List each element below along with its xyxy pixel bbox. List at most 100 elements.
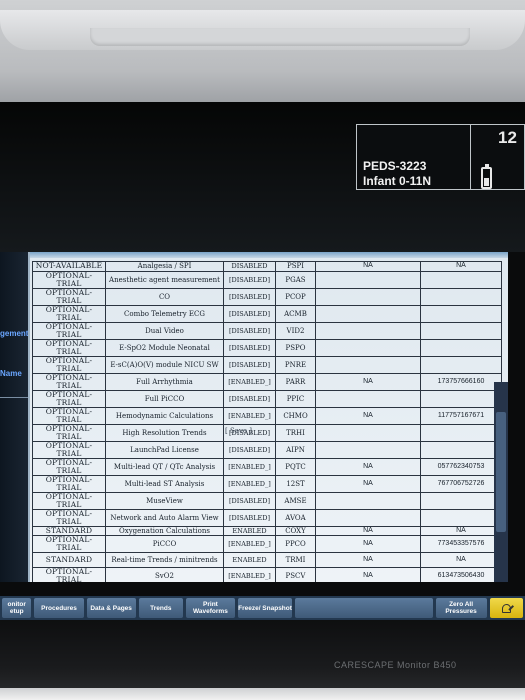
option-state: [DISABLED] (223, 389, 276, 408)
option-description: PiCCO (105, 535, 224, 553)
print-waveforms-button[interactable]: Print Waveforms (185, 598, 235, 618)
option-value-1 (315, 355, 421, 374)
option-state: [DISABLED] (223, 321, 276, 340)
side-menu-item-management[interactable]: gement (0, 329, 28, 338)
option-value-1 (315, 508, 421, 527)
option-state: [DISABLED] (223, 508, 276, 527)
option-state: [DISABLED] (223, 270, 276, 289)
table-row[interactable]: OPTIONAL-TRIAL High Resolution Trends [DIS… (32, 423, 502, 442)
option-status: STANDARD (32, 552, 106, 568)
option-status: OPTIONAL-TRIAL (32, 457, 106, 476)
table-row[interactable]: OPTIONAL-TRIAL Network and Auto Alarm Vie… (32, 508, 502, 527)
option-description: CO (105, 287, 224, 306)
alarm-silence-button[interactable] (489, 598, 523, 618)
option-code: PPCO (275, 535, 316, 553)
option-status: OPTIONAL-TRIAL (32, 567, 106, 582)
option-value-1 (315, 423, 421, 442)
option-description: Combo Telemetry ECG (105, 304, 224, 323)
data-pages-button[interactable]: Data & Pages (86, 598, 136, 618)
option-code: ACMB (275, 304, 316, 323)
option-value-1 (315, 321, 421, 340)
option-description: SvO2 (105, 567, 224, 582)
function-bar: onitor etup Procedures Data & Pages Trends P… (0, 596, 525, 620)
option-value-1 (315, 440, 421, 459)
option-state: [ENABLED_] (223, 457, 276, 476)
option-status: OPTIONAL-TRIAL (32, 406, 106, 425)
scrollbar[interactable] (494, 382, 508, 582)
device-bezel-top (0, 0, 525, 102)
table-row[interactable]: OPTIONAL-TRIAL Dual Video [DISABLED] VID2 (32, 321, 502, 340)
option-value-2 (420, 355, 502, 374)
option-status: OPTIONAL-TRIAL (32, 474, 106, 493)
table-row[interactable]: OPTIONAL-TRIAL Full PiCCO [DISABLED] PPIC (32, 389, 502, 408)
option-value-2 (420, 304, 502, 323)
option-status: OPTIONAL-TRIAL (32, 304, 106, 323)
option-code: 12ST (275, 474, 316, 493)
table-row[interactable]: OPTIONAL-TRIAL Multi-lead ST Analysis [ENA… (32, 474, 502, 493)
option-status: OPTIONAL-TRIAL (32, 423, 106, 442)
scrollbar-thumb[interactable] (496, 412, 506, 532)
option-value-2: 613473506430 (420, 567, 502, 582)
table-row[interactable]: OPTIONAL-TRIAL SvO2 [ENABLED_] PSCV NA 613473… (32, 567, 502, 582)
option-value-2 (420, 270, 502, 289)
monitor-setup-button[interactable]: onitor etup (2, 598, 32, 618)
side-menu-panel: gement Name (0, 252, 28, 582)
option-code: PARR (275, 372, 316, 391)
option-code: AMSE (275, 491, 316, 510)
table-row[interactable]: STANDARD Oxygenation Calculations ENABLED C… (32, 525, 502, 536)
option-status: OPTIONAL-TRIAL (32, 372, 106, 391)
table-row[interactable]: OPTIONAL-TRIAL Full Arrhythmia [ENABLED_] P… (32, 372, 502, 391)
option-value-2 (420, 491, 502, 510)
table-row[interactable]: OPTIONAL-TRIAL Hemodynamic Calculations [E… (32, 406, 502, 425)
option-state: [ENABLED_] (223, 567, 276, 582)
option-description: MuseView (105, 491, 224, 510)
table-row[interactable]: OPTIONAL-TRIAL CO [DISABLED] PCOP (32, 287, 502, 306)
option-status: OPTIONAL-TRIAL (32, 440, 106, 459)
table-row[interactable]: STANDARD Real-time Trends / minitrends ENA… (32, 552, 502, 568)
option-value-2 (420, 287, 502, 306)
option-value-2 (420, 338, 502, 357)
option-value-2: NA (420, 261, 502, 272)
trends-button[interactable]: Trends (138, 598, 183, 618)
table-row[interactable]: OPTIONAL-TRIAL E-sC(A)O(V) module NICU SW… (32, 355, 502, 374)
side-menu-item-name[interactable]: Name (0, 369, 22, 378)
option-code: AVOA (275, 508, 316, 527)
option-description: Multi-lead QT / QTc Analysis (105, 457, 224, 476)
device-bezel-bottom: CARESCAPE Monitor B450 (0, 620, 525, 700)
table-row[interactable]: OPTIONAL-TRIAL Anesthetic agent measureme… (32, 270, 502, 289)
table-row[interactable]: NOT-AVAILABLE Analgesia / SPI DISABLED PSPI… (32, 261, 502, 272)
freeze-snapshot-button[interactable]: Freeze/ Snapshot (238, 598, 293, 618)
procedures-button[interactable]: Procedures (34, 598, 84, 618)
table-row[interactable]: OPTIONAL-TRIAL E-SpO2 Module Neonatal [DIS… (32, 338, 502, 357)
table-row[interactable]: OPTIONAL-TRIAL PiCCO [ENABLED_] PPCO NA 77345… (32, 535, 502, 553)
option-code: TRMI (275, 552, 316, 568)
option-state: [DISABLED] (223, 338, 276, 357)
option-code: TRHI (275, 423, 316, 442)
table-row[interactable]: OPTIONAL-TRIAL Multi-lead QT / QTc Analys… (32, 457, 502, 476)
option-value-2 (420, 389, 502, 408)
option-description: E-SpO2 Module Neonatal (105, 338, 224, 357)
blank-1-button[interactable] (295, 598, 433, 618)
option-code: PQTC (275, 457, 316, 476)
option-status: OPTIONAL-TRIAL (32, 535, 106, 553)
option-state: [DISABLED] (223, 287, 276, 306)
option-value-1 (315, 389, 421, 408)
monitor-screen: PEDS-3223 Infant 0-11N 12 gement Name NO… (0, 102, 525, 620)
option-code: VID2 (275, 321, 316, 340)
table-row[interactable]: OPTIONAL-TRIAL LaunchPad License [DISABLED… (32, 440, 502, 459)
table-row[interactable]: OPTIONAL-TRIAL MuseView [DISABLED] AMSE (32, 491, 502, 510)
option-value-1 (315, 304, 421, 323)
table-row[interactable]: OPTIONAL-TRIAL Combo Telemetry ECG [DISABL… (32, 304, 502, 323)
divider (0, 397, 28, 398)
option-code: PGAS (275, 270, 316, 289)
option-state: [DISABLED] (223, 355, 276, 374)
save-button[interactable]: [ Save ] (225, 427, 252, 435)
option-code: PSPO (275, 338, 316, 357)
option-value-2 (420, 440, 502, 459)
zero-all-pressures-button[interactable]: Zero All Pressures (435, 598, 487, 618)
option-description: Full Arrhythmia (105, 372, 224, 391)
brand-label: CARESCAPE Monitor B450 (334, 660, 457, 670)
software-options-window: NOT-AVAILABLE Analgesia / SPI DISABLED PSPI… (28, 252, 508, 582)
option-value-1 (315, 270, 421, 289)
option-value-1 (315, 287, 421, 306)
